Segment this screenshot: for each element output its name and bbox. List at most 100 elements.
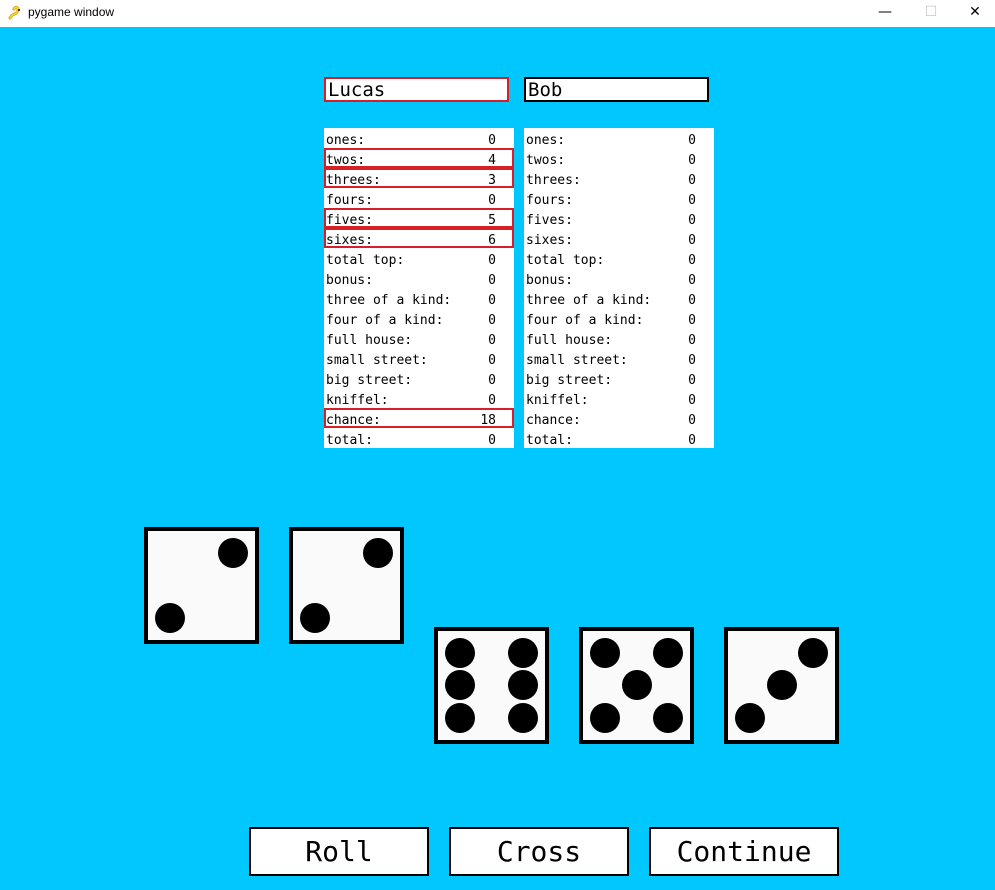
score-label: fives: — [526, 213, 573, 228]
continue-button[interactable]: Continue — [649, 827, 839, 876]
score-row[interactable]: total top: 0 — [324, 248, 514, 268]
score-row[interactable]: twos: 4 — [324, 148, 514, 168]
score-label: twos: — [526, 153, 566, 168]
score-row[interactable]: fours: 0 — [324, 188, 514, 208]
score-value: 0 — [688, 173, 696, 188]
score-value: 18 — [480, 413, 496, 428]
score-row[interactable]: ones: 0 — [524, 128, 714, 148]
score-row[interactable]: four of a kind: 0 — [524, 308, 714, 328]
score-value: 0 — [488, 273, 496, 288]
score-label: total top: — [326, 253, 405, 268]
die-pip — [735, 703, 765, 733]
die[interactable] — [289, 527, 404, 644]
score-row[interactable]: total: 0 — [524, 428, 714, 448]
score-row[interactable]: kniffel: 0 — [524, 388, 714, 408]
roll-button[interactable]: Roll — [249, 827, 429, 876]
score-value: 6 — [488, 233, 496, 248]
score-row[interactable]: fours: 0 — [524, 188, 714, 208]
die-pip — [508, 703, 538, 733]
score-label: full house: — [526, 333, 613, 348]
score-row[interactable]: fives: 0 — [524, 208, 714, 228]
title-bar: pygame window — ☐ ✕ — [0, 0, 995, 27]
player-name-field[interactable]: Bob — [524, 77, 709, 102]
score-row[interactable]: bonus: 0 — [524, 268, 714, 288]
score-label: fives: — [326, 213, 373, 228]
minimize-icon: — — [878, 4, 892, 20]
score-value: 0 — [488, 313, 496, 328]
die[interactable] — [724, 627, 839, 744]
score-label: full house: — [326, 333, 413, 348]
score-row[interactable]: kniffel: 0 — [324, 388, 514, 408]
score-value: 5 — [488, 213, 496, 228]
score-row[interactable]: full house: 0 — [324, 328, 514, 348]
cross-button[interactable]: Cross — [449, 827, 629, 876]
score-label: three of a kind: — [526, 293, 652, 308]
score-label: chance: — [326, 413, 381, 428]
score-label: total top: — [526, 253, 605, 268]
die-pip — [508, 670, 538, 700]
score-row[interactable]: small street: 0 — [324, 348, 514, 368]
score-row[interactable]: sixes: 6 — [324, 228, 514, 248]
score-row[interactable]: total: 0 — [324, 428, 514, 448]
score-label: big street: — [526, 373, 613, 388]
die-pip — [445, 703, 475, 733]
score-value: 0 — [688, 273, 696, 288]
score-row[interactable]: chance: 18 — [324, 408, 514, 428]
score-value: 0 — [688, 153, 696, 168]
score-value: 3 — [488, 173, 496, 188]
die-pip — [445, 638, 475, 668]
score-label: small street: — [526, 353, 628, 368]
snake-icon — [8, 5, 20, 20]
minimize-button[interactable]: — — [862, 0, 908, 27]
die-pip — [767, 670, 797, 700]
maximize-button[interactable]: ☐ — [908, 0, 954, 27]
score-value: 0 — [688, 393, 696, 408]
die-pip — [508, 638, 538, 668]
score-row[interactable]: full house: 0 — [524, 328, 714, 348]
scorecard-player-2: ones: 0 twos: 0 threes: 0 fours: 0 fives: 0 sixes:… — [524, 128, 714, 448]
score-value: 0 — [488, 333, 496, 348]
score-label: threes: — [326, 173, 381, 188]
score-row[interactable]: three of a kind: 0 — [324, 288, 514, 308]
score-label: four of a kind: — [526, 313, 644, 328]
game-area: Lucas Bob ones: 0 twos: 4 threes: 3 fours: 0 fiv… — [0, 27, 995, 890]
score-row[interactable]: total top: 0 — [524, 248, 714, 268]
score-row[interactable]: fives: 5 — [324, 208, 514, 228]
score-row[interactable]: chance: 0 — [524, 408, 714, 428]
score-value: 0 — [688, 353, 696, 368]
score-label: bonus: — [526, 273, 573, 288]
score-row[interactable]: three of a kind: 0 — [524, 288, 714, 308]
score-value: 0 — [488, 353, 496, 368]
score-value: 0 — [488, 433, 496, 448]
score-value: 0 — [488, 393, 496, 408]
score-row[interactable]: small street: 0 — [524, 348, 714, 368]
die[interactable] — [434, 627, 549, 744]
score-row[interactable]: big street: 0 — [324, 368, 514, 388]
score-value: 0 — [688, 313, 696, 328]
score-label: sixes: — [326, 233, 373, 248]
die-pip — [590, 638, 620, 668]
die-pip — [653, 703, 683, 733]
player-name-field[interactable]: Lucas — [324, 77, 509, 102]
close-button[interactable]: ✕ — [952, 0, 995, 27]
score-row[interactable]: bonus: 0 — [324, 268, 514, 288]
score-label: three of a kind: — [326, 293, 452, 308]
score-value: 0 — [488, 133, 496, 148]
score-label: bonus: — [326, 273, 373, 288]
score-row[interactable]: threes: 3 — [324, 168, 514, 188]
maximize-icon: ☐ — [924, 4, 938, 20]
score-label: chance: — [526, 413, 581, 428]
close-icon: ✕ — [969, 4, 981, 20]
score-row[interactable]: sixes: 0 — [524, 228, 714, 248]
score-row[interactable]: twos: 0 — [524, 148, 714, 168]
die[interactable] — [144, 527, 259, 644]
score-label: threes: — [526, 173, 581, 188]
die[interactable] — [579, 627, 694, 744]
score-row[interactable]: threes: 0 — [524, 168, 714, 188]
score-row[interactable]: ones: 0 — [324, 128, 514, 148]
score-value: 0 — [688, 133, 696, 148]
score-label: four of a kind: — [326, 313, 444, 328]
score-row[interactable]: big street: 0 — [524, 368, 714, 388]
score-value: 0 — [688, 333, 696, 348]
score-row[interactable]: four of a kind: 0 — [324, 308, 514, 328]
